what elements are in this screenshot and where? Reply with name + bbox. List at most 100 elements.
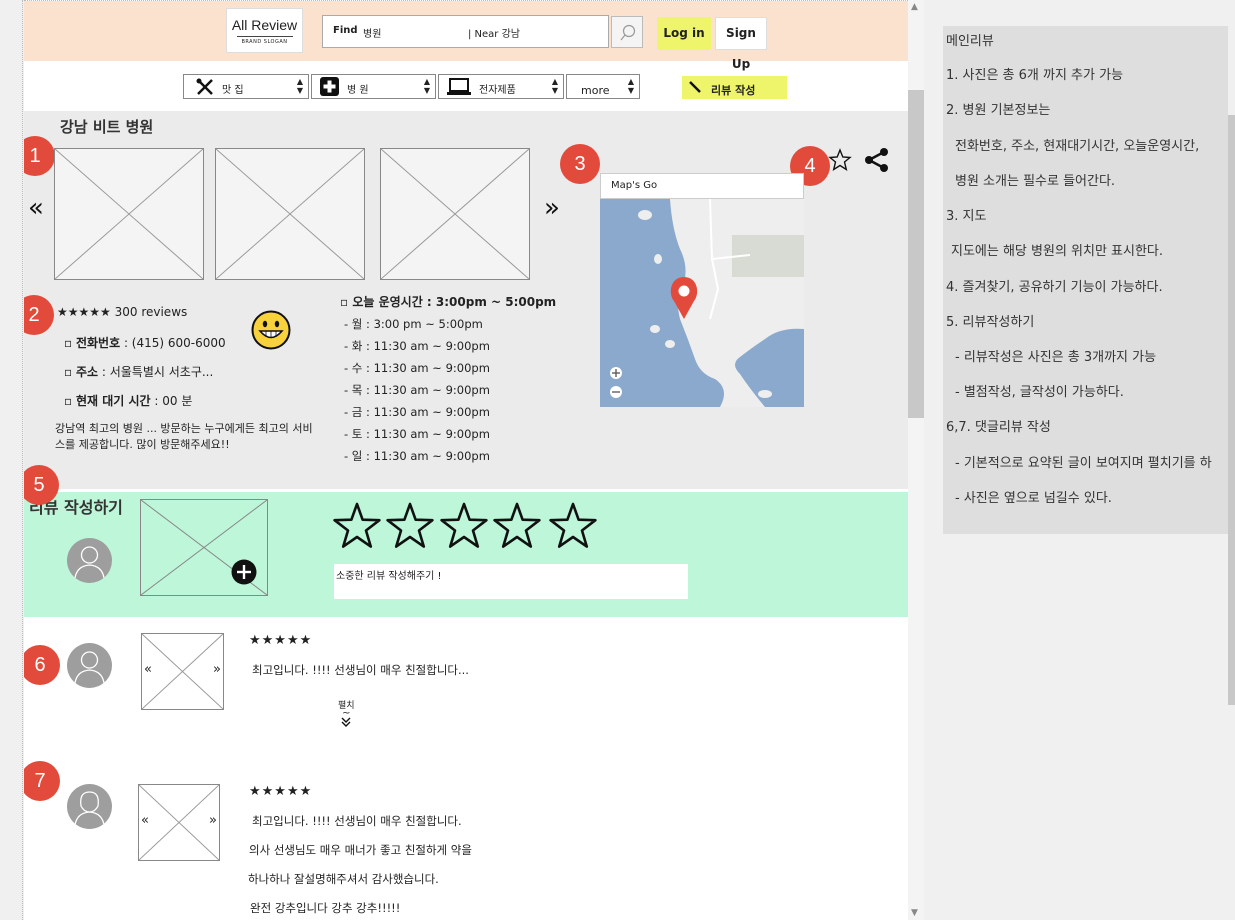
user-icon [74, 651, 105, 684]
note-line: - 기본적으로 요약된 글이 보여지며 펼치기를 하 [955, 456, 1212, 471]
star-favorite-icon[interactable] [827, 147, 853, 173]
photo-placeholder[interactable] [54, 148, 204, 280]
login-button[interactable]: Log in [657, 17, 711, 50]
zoom-in-icon[interactable] [610, 367, 622, 379]
photo-prev-arrow-icon[interactable]: « [141, 813, 149, 828]
header: All Review BRAND SLOGAN Find 병원 | Near 강… [24, 1, 908, 71]
note-line: 전화번호, 주소, 현재대기시간, 오늘운영시간, [955, 139, 1200, 154]
user-icon [74, 791, 105, 826]
note-line: 지도에는 해당 병원의 위치만 표시한다. [951, 244, 1164, 259]
left-gutter [0, 0, 23, 920]
photo-next-arrow-icon[interactable]: » [209, 813, 217, 828]
map-view[interactable] [600, 199, 804, 407]
notes-panel: 메인리뷰 1. 사진은 총 6개 까지 추가 가능 2. 병원 기본정보는 전화… [943, 26, 1228, 534]
hours-row: - 일 : 11:30 am ~ 9:00pm [344, 449, 490, 463]
logo-divider [236, 36, 293, 37]
signup-button[interactable]: Sign Up [715, 17, 767, 71]
write-review-button[interactable]: 리뷰 작성 [682, 76, 787, 99]
category-label: 전자제품 [479, 85, 516, 96]
review-photo-placeholder[interactable]: « » [138, 784, 220, 861]
medical-cross-icon [320, 77, 339, 96]
logo[interactable]: All Review BRAND SLOGAN [226, 8, 303, 53]
spinner-icon: ▲ ▼ [423, 77, 430, 95]
pencil-icon [689, 81, 701, 93]
star-icon [386, 502, 434, 548]
review-stars: ★★★★★ [249, 633, 313, 648]
search-button[interactable] [611, 16, 643, 48]
photo-placeholder[interactable] [380, 148, 530, 280]
review-text-line: 완전 강추입니다 강추 강추!!!!! [250, 901, 401, 915]
note-line: 1. 사진은 총 6개 까지 추가 가능 [946, 68, 1124, 83]
star-rating-input[interactable] [332, 502, 602, 552]
category-select-more[interactable]: more ▲ ▼ [566, 74, 640, 99]
photo-prev-arrow-icon[interactable]: « [144, 662, 152, 677]
photo-next-arrow-icon[interactable]: » [544, 193, 560, 223]
share-icon[interactable] [864, 147, 890, 173]
search-find-label: Find [333, 25, 358, 36]
today-hours-text: 오늘 운영시간 : 3:00pm ~ 5:00pm [352, 295, 557, 309]
note-line: 3. 지도 [946, 209, 987, 224]
search-input[interactable]: Find 병원 | Near 강남 [322, 15, 609, 48]
wait-value: : 00 분 [150, 394, 193, 408]
photo-next-arrow-icon[interactable]: » [213, 662, 221, 677]
annotation-badge-3: 3 [560, 144, 600, 184]
hospital-info-section: 강남 비트 병원 1 2 3 4 « » ★★★★★ 300 reviews ▫… [24, 111, 908, 489]
note-line: - 리뷰작성은 사진은 총 3개까지 가능 [955, 350, 1157, 365]
review-text-line: 하나하나 잘설명해주셔서 감사했습니다. [248, 872, 439, 886]
note-line: - 별점작성, 글작성이 가능하다. [955, 385, 1124, 400]
phone-row: ▫ 전화번호 : (415) 600-6000 [64, 336, 226, 350]
user-icon [74, 546, 105, 579]
avatar [67, 538, 112, 583]
star-icon [493, 502, 541, 548]
annotation-badge-2: 2 [24, 295, 54, 335]
note-line: 6,7. 댓글리뷰 작성 [946, 420, 1051, 435]
scroll-up-icon[interactable]: ▲ [911, 2, 918, 12]
note-line: - 사진은 옆으로 넘길수 있다. [955, 491, 1112, 506]
photo-placeholder[interactable] [215, 148, 365, 280]
wireframe-page: All Review BRAND SLOGAN Find 병원 | Near 강… [24, 0, 908, 920]
hospital-name: 강남 비트 병원 [60, 118, 154, 136]
category-select-hospital[interactable]: 병 원 ▲ ▼ [311, 74, 436, 99]
review-placeholder: 소중한 리뷰 작성해주기 ! [336, 571, 442, 582]
annotation-badge-1: 1 [24, 136, 55, 176]
scroll-down-icon[interactable]: ▼ [911, 908, 918, 918]
phone-label: 전화번호 [75, 336, 121, 350]
spinner-icon: ▲ ▼ [296, 77, 303, 95]
map-search-input[interactable]: Map's Go [600, 173, 804, 199]
hospital-description: 강남역 최고의 병원 ... 방문하는 누구에게든 최고의 서비스를 제공합니다… [55, 422, 313, 451]
note-line: 병원 소개는 필수로 들어간다. [955, 174, 1116, 189]
screen: All Review BRAND SLOGAN Find 병원 | Near 강… [0, 0, 1235, 920]
expand-button[interactable]: 펼치 ~ [338, 698, 355, 727]
address-row: ▫ 주소 : 서울특별시 서초구... [64, 365, 214, 379]
category-label: 병 원 [347, 85, 369, 96]
scrollbar-thumb[interactable] [908, 90, 924, 418]
review-summary-text: 최고입니다. !!!! 선생님이 매우 친절합니다... [252, 663, 469, 677]
review-text-input[interactable]: 소중한 리뷰 작성해주기 ! [334, 564, 688, 599]
review-photo-placeholder[interactable]: « » [141, 633, 224, 710]
photo-prev-arrow-icon[interactable]: « [28, 193, 44, 223]
hours-row: - 목 : 11:30 am ~ 9:00pm [344, 383, 490, 397]
smiley-icon [251, 310, 291, 350]
phone-value: : (415) 600-6000 [120, 336, 226, 350]
write-review-label: 리뷰 작성 [711, 84, 756, 97]
wait-label: 현재 대기 시간 [75, 394, 151, 408]
hours-row: - 토 : 11:30 am ~ 9:00pm [344, 427, 490, 441]
category-select-food[interactable]: 맛 집 ▲ ▼ [183, 74, 309, 99]
category-label: 맛 집 [222, 85, 244, 96]
right-scrollbar-thumb[interactable] [1228, 115, 1235, 705]
category-select-electronics[interactable]: 전자제품 ▲ ▼ [438, 74, 564, 99]
zoom-out-icon[interactable] [610, 386, 622, 398]
weekly-hours-list: - 월 : 3:00 pm ~ 5:00pm - 화 : 11:30 am ~ … [344, 313, 490, 467]
vertical-scrollbar[interactable]: ▲ ▼ [908, 0, 924, 920]
annotation-badge-7: 7 [24, 761, 60, 801]
hours-row: - 수 : 11:30 am ~ 9:00pm [344, 361, 490, 375]
search-near-value: | Near 강남 [468, 29, 520, 40]
address-label: 주소 [75, 365, 99, 379]
spinner-icon: ▲ ▼ [627, 77, 634, 95]
star-icon [333, 502, 381, 548]
annotation-badge-6: 6 [24, 645, 60, 685]
search-find-value: 병원 [363, 29, 382, 40]
note-line: 4. 즐겨찾기, 공유하기 기능이 가능하다. [946, 280, 1163, 295]
add-photo-icon[interactable] [231, 559, 257, 585]
review-text-line: 의사 선생님도 매우 매너가 좋고 친절하게 약을 [249, 843, 472, 857]
